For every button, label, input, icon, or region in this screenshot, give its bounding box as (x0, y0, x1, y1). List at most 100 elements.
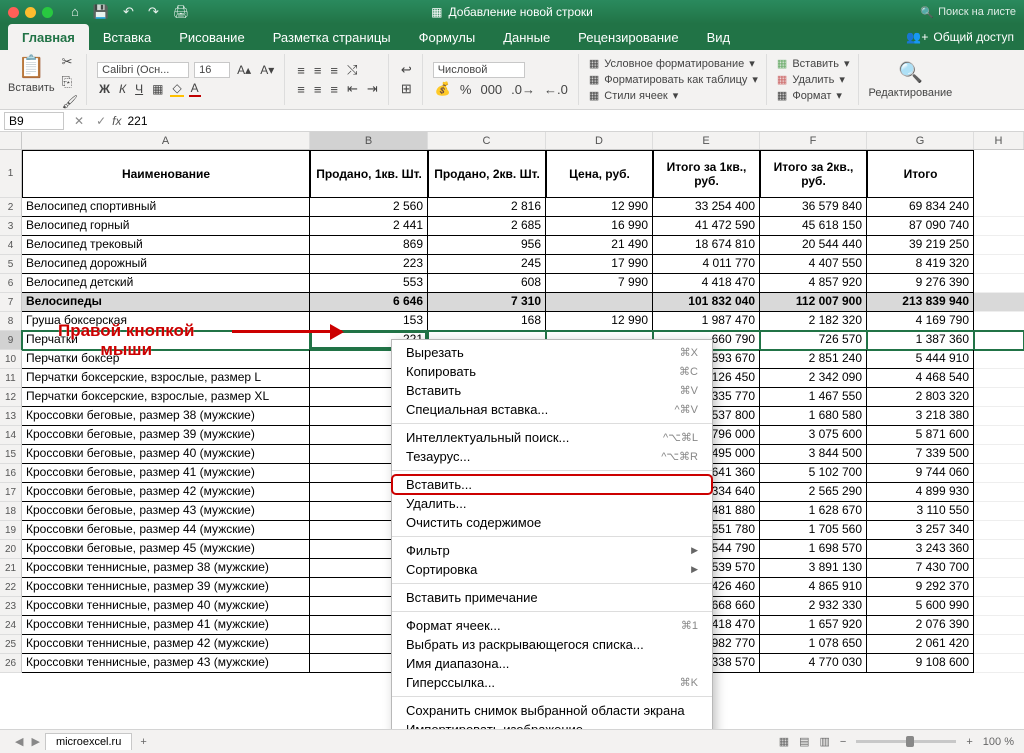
header-cell[interactable]: Итого (867, 150, 974, 198)
cell[interactable]: Кроссовки теннисные, размер 43 (мужские) (22, 654, 310, 673)
tab-draw[interactable]: Рисование (165, 24, 258, 50)
cell-styles[interactable]: ▦Стили ячеек▾ (589, 89, 758, 102)
row-header[interactable]: 7 (0, 293, 22, 312)
cell[interactable]: 7 339 500 (867, 445, 974, 464)
row-header[interactable]: 11 (0, 369, 22, 388)
context-menu-item[interactable]: Тезаурус... ^⌥⌘R (392, 447, 712, 466)
cell[interactable]: 4 770 030 (760, 654, 867, 673)
inc-decimal-icon[interactable]: .0→ (509, 82, 537, 97)
cell[interactable]: 9 276 390 (867, 274, 974, 293)
cell[interactable]: Кроссовки теннисные, размер 38 (мужские) (22, 559, 310, 578)
cell[interactable]: Велосипед горный (22, 217, 310, 236)
cell[interactable]: 4 418 470 (653, 274, 760, 293)
cut-icon[interactable]: ✂ (62, 54, 79, 70)
zoom-out-icon[interactable]: − (840, 736, 846, 748)
cell[interactable]: 4 899 930 (867, 483, 974, 502)
cell[interactable]: Кроссовки теннисные, размер 39 (мужские) (22, 578, 310, 597)
font-name-select[interactable]: Calibri (Осн... (97, 62, 189, 78)
insert-cells[interactable]: ▦Вставить▾ (777, 57, 850, 70)
redo-icon[interactable]: ↷ (148, 4, 159, 20)
cell[interactable]: 12 990 (546, 198, 653, 217)
view-break-icon[interactable]: ▥ (820, 735, 830, 748)
cell[interactable]: 223 (310, 255, 428, 274)
cell[interactable]: 1 387 360 (867, 331, 974, 350)
italic-button[interactable]: К (117, 82, 128, 96)
row-header[interactable]: 26 (0, 654, 22, 673)
cell[interactable]: 6 646 (310, 293, 428, 312)
cell[interactable]: Велосипед детский (22, 274, 310, 293)
cell[interactable]: 2 565 290 (760, 483, 867, 502)
header-cell[interactable]: Итого за 1кв., руб. (653, 150, 760, 198)
percent-icon[interactable]: % (458, 82, 474, 97)
cell[interactable]: 112 007 900 (760, 293, 867, 312)
header-cell[interactable]: Продано, 2кв. Шт. (428, 150, 546, 198)
row-header[interactable]: 12 (0, 388, 22, 407)
cell[interactable]: 9 108 600 (867, 654, 974, 673)
cell[interactable]: 1 698 570 (760, 540, 867, 559)
cell[interactable]: 3 218 380 (867, 407, 974, 426)
cell[interactable]: 41 472 590 (653, 217, 760, 236)
cell[interactable]: Велосипед дорожный (22, 255, 310, 274)
align-left-icon[interactable]: ≡ (295, 82, 307, 97)
zoom-level[interactable]: 100 % (983, 736, 1014, 748)
context-menu-item[interactable]: Вырезать ⌘X (392, 343, 712, 362)
cell[interactable]: 4 407 550 (760, 255, 867, 274)
name-box[interactable] (4, 112, 64, 130)
cell[interactable]: 1 705 560 (760, 521, 867, 540)
font-size-select[interactable]: 16 (194, 62, 230, 78)
cell[interactable]: 5 102 700 (760, 464, 867, 483)
cancel-icon[interactable]: ✕ (74, 114, 84, 128)
row-header[interactable]: 2 (0, 198, 22, 217)
format-cells[interactable]: ▦Формат▾ (777, 89, 850, 102)
tab-nav-first[interactable]: ◀ (12, 735, 26, 748)
cell[interactable]: 1 078 650 (760, 635, 867, 654)
cell[interactable]: 21 490 (546, 236, 653, 255)
row-header[interactable]: 25 (0, 635, 22, 654)
cell[interactable]: Велосипед спортивный (22, 198, 310, 217)
col-header-f[interactable]: F (760, 132, 867, 149)
align-bottom-icon[interactable]: ≡ (328, 63, 340, 78)
cell[interactable] (546, 293, 653, 312)
cell[interactable]: Груша боксерская (22, 312, 310, 331)
cell[interactable]: 1 657 920 (760, 616, 867, 635)
row-header[interactable]: 5 (0, 255, 22, 274)
row-header[interactable]: 1 (0, 150, 22, 198)
cell[interactable]: 2 816 (428, 198, 546, 217)
context-menu-item[interactable]: Копировать ⌘C (392, 362, 712, 381)
sheet-tab[interactable]: microexcel.ru (45, 733, 132, 750)
cell[interactable]: Кроссовки беговые, размер 44 (мужские) (22, 521, 310, 540)
cell[interactable]: Кроссовки беговые, размер 38 (мужские) (22, 407, 310, 426)
cell[interactable]: 553 (310, 274, 428, 293)
home-icon[interactable]: ⌂ (71, 4, 79, 20)
row-header[interactable]: 9 (0, 331, 22, 350)
context-menu-item[interactable]: Имя диапазона... (392, 654, 712, 673)
zoom-in-icon[interactable]: + (966, 736, 972, 748)
context-menu[interactable]: Вырезать ⌘X Копировать ⌘C Вставить ⌘V Сп… (391, 339, 713, 729)
context-menu-item[interactable]: Удалить... (392, 494, 712, 513)
orientation-icon[interactable]: ⤭ (345, 62, 359, 78)
cell[interactable]: 2 851 240 (760, 350, 867, 369)
cell[interactable]: 7 430 700 (867, 559, 974, 578)
indent-inc-icon[interactable]: ⇥ (365, 81, 380, 97)
tab-review[interactable]: Рецензирование (564, 24, 692, 50)
cell[interactable]: 101 832 040 (653, 293, 760, 312)
context-menu-item[interactable]: Гиперссылка... ⌘K (392, 673, 712, 692)
cell[interactable]: Кроссовки беговые, размер 42 (мужские) (22, 483, 310, 502)
close-button[interactable] (8, 7, 19, 18)
row-header[interactable]: 6 (0, 274, 22, 293)
cell[interactable]: 87 090 740 (867, 217, 974, 236)
font-color-icon[interactable]: A (189, 81, 201, 97)
context-menu-item[interactable]: Очистить содержимое (392, 513, 712, 532)
bold-button[interactable]: Ж (97, 82, 112, 96)
cell[interactable]: 2 342 090 (760, 369, 867, 388)
comma-icon[interactable]: 000 (478, 82, 504, 97)
align-top-icon[interactable]: ≡ (295, 63, 307, 78)
row-header[interactable]: 22 (0, 578, 22, 597)
cell[interactable]: 39 219 250 (867, 236, 974, 255)
col-header-b[interactable]: B (310, 132, 428, 149)
tab-view[interactable]: Вид (693, 24, 745, 50)
cell[interactable]: 726 570 (760, 331, 867, 350)
cell[interactable]: 168 (428, 312, 546, 331)
col-header-h[interactable]: H (974, 132, 1024, 149)
row-header[interactable]: 17 (0, 483, 22, 502)
